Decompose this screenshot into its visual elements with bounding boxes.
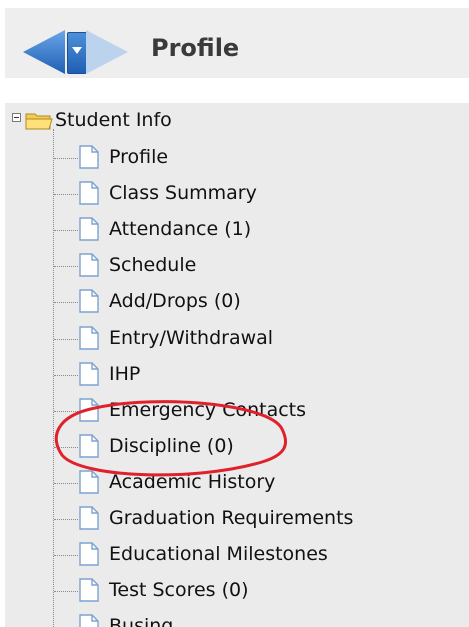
tree-item[interactable]: IHP <box>5 358 469 392</box>
tree-root-label: Student Info <box>55 109 172 131</box>
tree-connector-line <box>54 302 78 304</box>
tree-item[interactable]: Busing <box>5 610 469 627</box>
tree-item[interactable]: Discipline (0) <box>5 430 469 464</box>
tree-item[interactable]: Emergency Contacts <box>5 394 469 428</box>
tree-item-label: Emergency Contacts <box>109 398 307 421</box>
tree-connector-line <box>54 446 78 448</box>
tree-item[interactable]: Test Scores (0) <box>5 574 469 608</box>
document-icon <box>79 397 99 422</box>
tree-item-label: Discipline (0) <box>109 434 234 457</box>
document-icon <box>79 253 99 277</box>
tree-item-label: IHP <box>109 362 141 385</box>
dropdown-arrow-icon <box>72 47 82 54</box>
tree-item-label: Profile <box>109 146 169 168</box>
document-icon <box>79 434 99 458</box>
tree-connector-line <box>54 555 78 557</box>
header-bar: Profile <box>5 8 469 78</box>
document-icon <box>79 181 99 205</box>
document-icon <box>79 289 99 314</box>
folder-open-icon <box>25 113 53 130</box>
tree-item-label: Class Summary <box>109 182 257 205</box>
document-icon <box>79 361 99 386</box>
document-icon <box>79 542 99 566</box>
tree-connector-line <box>54 410 78 412</box>
document-icon <box>79 325 99 350</box>
document-icon <box>79 470 99 494</box>
tree-connector-line <box>54 158 78 159</box>
document-icon <box>79 506 99 530</box>
document-icon <box>79 145 99 169</box>
tree-item[interactable]: Add/Drops (0) <box>5 285 469 319</box>
tree-item[interactable]: Educational Milestones <box>5 538 469 572</box>
tree-item-label: Attendance (1) <box>109 218 252 241</box>
document-icon <box>79 614 99 627</box>
back-arrow-icon[interactable] <box>21 30 65 74</box>
tree-connector-line <box>54 519 78 520</box>
page-title: Profile <box>151 34 240 62</box>
tree-connector-line <box>54 230 78 232</box>
history-dropdown-button[interactable] <box>67 32 87 74</box>
tree-node-student-info[interactable]: Student Info <box>5 103 469 137</box>
tree-item[interactable]: Entry/Withdrawal <box>5 322 469 356</box>
tree-connector-line <box>54 591 78 593</box>
tree-item[interactable]: Academic History <box>5 466 469 500</box>
tree-item-label: Busing <box>109 615 174 627</box>
tree-item-label: Add/Drops (0) <box>109 290 241 313</box>
tree-connector-line <box>54 194 78 196</box>
collapse-toggle-icon[interactable] <box>12 113 21 122</box>
tree-item[interactable]: Graduation Requirements <box>5 502 469 536</box>
tree-item-label: Graduation Requirements <box>109 507 354 529</box>
tree-item-label: Entry/Withdrawal <box>109 326 274 349</box>
document-icon <box>79 217 99 241</box>
tree-connector-line <box>54 338 78 340</box>
forward-arrow-icon[interactable] <box>86 30 130 74</box>
tree-connector-line <box>54 266 78 268</box>
tree-item-label: Test Scores (0) <box>109 579 249 602</box>
tree-item[interactable]: Attendance (1) <box>5 213 469 247</box>
navigation-tree: Student Info Profile Class Summary Attenda… <box>5 103 469 627</box>
tree-item[interactable]: Schedule <box>5 249 469 283</box>
tree-connector-line <box>54 374 78 376</box>
tree-item-label: Schedule <box>109 254 197 277</box>
tree-item[interactable]: Profile <box>5 141 469 175</box>
document-icon <box>79 578 99 602</box>
tree-item-label: Academic History <box>109 470 276 493</box>
tree-item[interactable]: Class Summary <box>5 177 469 211</box>
tree-item-label: Educational Milestones <box>109 543 328 566</box>
tree-connector-line <box>54 482 78 484</box>
